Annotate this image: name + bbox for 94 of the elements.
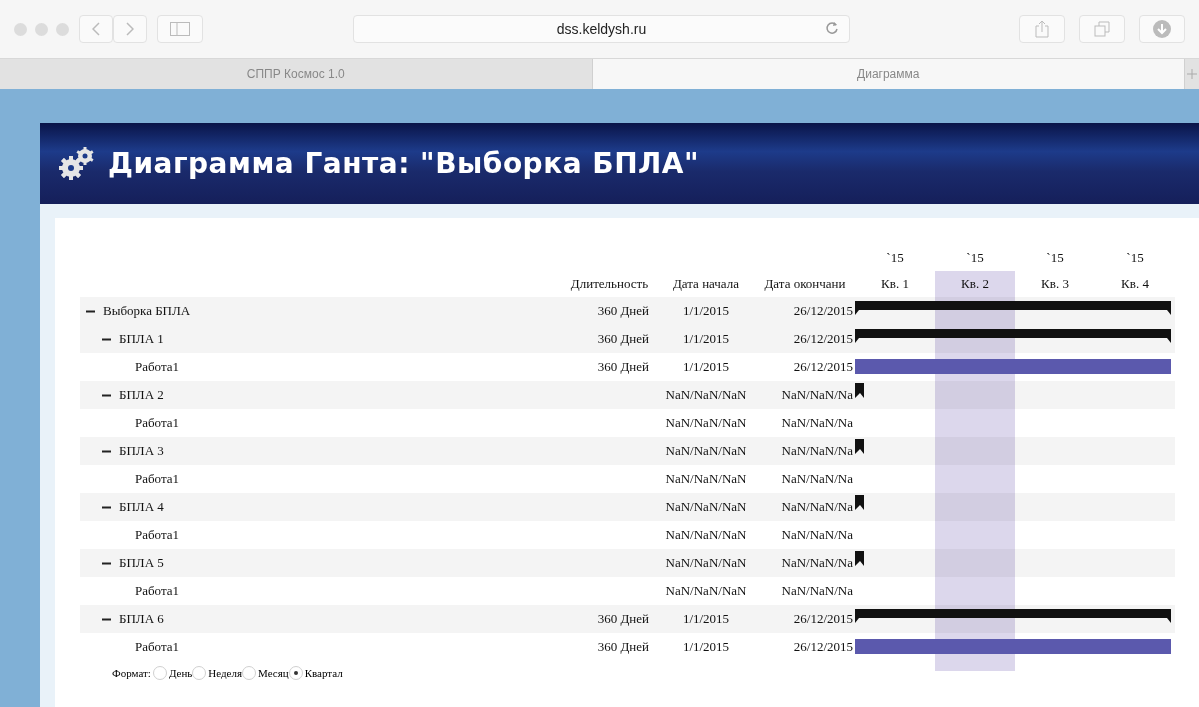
reload-icon[interactable] xyxy=(825,21,839,35)
start-date-cell: NaN/NaN/NaN xyxy=(665,583,747,599)
duration-cell: 360 Дней xyxy=(597,611,649,627)
task-name: Работа1 xyxy=(135,471,180,487)
task-name: БПЛА 3 xyxy=(119,443,164,459)
group-row[interactable]: БПЛА 2 NaN/NaN/NaN NaN/NaN/Na xyxy=(80,381,1175,409)
start-date-cell: 1/1/2015 xyxy=(682,303,730,319)
radio-label: Квартал xyxy=(304,667,343,679)
tabs-icon xyxy=(1094,21,1110,37)
duration-cell: 360 Дней xyxy=(597,359,649,375)
task-name: Работа1 xyxy=(135,359,180,375)
flag-icon xyxy=(855,551,864,566)
download-icon xyxy=(1153,20,1171,38)
start-date-cell: NaN/NaN/NaN xyxy=(665,471,747,487)
flag-icon xyxy=(855,495,864,510)
task-name: БПЛА 5 xyxy=(119,555,164,571)
chevron-right-icon xyxy=(126,22,134,36)
task-name: Выборка БПЛА xyxy=(103,303,191,319)
end-date-cell: NaN/NaN/Na xyxy=(781,583,853,599)
start-date-cell: 1/1/2015 xyxy=(682,331,730,347)
task-name: Работа1 xyxy=(135,415,180,431)
start-date-cell: NaN/NaN/NaN xyxy=(665,443,747,459)
task-name: БПЛА 1 xyxy=(119,331,164,347)
start-date-cell: 1/1/2015 xyxy=(682,359,730,375)
page-title: Диаграмма Ганта: "Выборка БПЛА" xyxy=(108,147,700,180)
year-label: `15 xyxy=(886,250,904,266)
chevron-left-icon xyxy=(92,22,100,36)
end-date-cell: NaN/NaN/Na xyxy=(781,443,853,459)
task-row[interactable]: Работа1 360 Дней 1/1/2015 26/12/2015 xyxy=(80,633,1175,661)
year-label: `15 xyxy=(1126,250,1144,266)
format-label: Формат: xyxy=(112,667,151,679)
share-icon xyxy=(1035,20,1049,38)
end-date-cell: 26/12/2015 xyxy=(793,611,853,627)
group-row[interactable]: БПЛА 3 NaN/NaN/NaN NaN/NaN/Na xyxy=(80,437,1175,465)
column-header: Длительность xyxy=(570,276,649,292)
start-date-cell: NaN/NaN/NaN xyxy=(665,415,747,431)
end-date-cell: NaN/NaN/Na xyxy=(781,527,853,543)
end-date-cell: 26/12/2015 xyxy=(793,639,853,655)
end-date-cell: NaN/NaN/Na xyxy=(781,415,853,431)
window-controls[interactable] xyxy=(14,22,69,36)
task-name: Работа1 xyxy=(135,527,180,543)
task-row[interactable]: Работа1 NaN/NaN/NaN NaN/NaN/Na xyxy=(80,577,1175,605)
task-name: Работа1 xyxy=(135,583,180,599)
downloads-button[interactable] xyxy=(1139,15,1185,43)
start-date-cell: 1/1/2015 xyxy=(682,611,730,627)
share-button[interactable] xyxy=(1019,15,1065,43)
group-row[interactable]: БПЛА 6 360 Дней 1/1/2015 26/12/2015 xyxy=(80,605,1175,633)
year-label: `15 xyxy=(1046,250,1064,266)
task-name: БПЛА 4 xyxy=(119,499,164,515)
plus-icon[interactable] xyxy=(1187,69,1197,79)
column-header: Дата начала xyxy=(672,276,740,292)
end-date-cell: 26/12/2015 xyxy=(793,359,853,375)
start-date-cell: NaN/NaN/NaN xyxy=(665,387,747,403)
duration-cell: 360 Дней xyxy=(597,303,649,319)
end-date-cell: NaN/NaN/Na xyxy=(781,471,853,487)
group-row[interactable]: Выборка БПЛА 360 Дней 1/1/2015 26/12/2015 xyxy=(80,297,1175,325)
task-row[interactable]: Работа1 360 Дней 1/1/2015 26/12/2015 xyxy=(80,353,1175,381)
duration-cell: 360 Дней xyxy=(597,331,649,347)
radio-label: Неделя xyxy=(208,667,243,679)
task-name: Работа1 xyxy=(135,639,180,655)
task-row[interactable]: Работа1 NaN/NaN/NaN NaN/NaN/Na xyxy=(80,521,1175,549)
radio-label: Месяц xyxy=(258,667,289,679)
start-date-cell: 1/1/2015 xyxy=(682,639,730,655)
quarter-header[interactable]: Кв. 2 xyxy=(935,271,1015,297)
tabs-button[interactable] xyxy=(1079,15,1125,43)
start-date-cell: NaN/NaN/NaN xyxy=(665,555,747,571)
end-date-cell: NaN/NaN/Na xyxy=(781,387,853,403)
flag-icon xyxy=(855,439,864,454)
end-date-cell: NaN/NaN/Na xyxy=(781,555,853,571)
end-date-cell: NaN/NaN/Na xyxy=(781,499,853,515)
group-row[interactable]: БПЛА 1 360 Дней 1/1/2015 26/12/2015 xyxy=(80,325,1175,353)
task-name: БПЛА 6 xyxy=(119,611,164,627)
address-field[interactable]: dss.keldysh.ru xyxy=(353,15,850,43)
task-name: БПЛА 2 xyxy=(119,387,164,403)
group-row[interactable]: БПЛА 5 NaN/NaN/NaN NaN/NaN/Na xyxy=(80,549,1175,577)
quarter-header[interactable]: Кв. 1 xyxy=(855,271,935,297)
start-date-cell: NaN/NaN/NaN xyxy=(665,527,747,543)
quarter-header[interactable]: Кв. 3 xyxy=(1015,271,1095,297)
task-row[interactable]: Работа1 NaN/NaN/NaN NaN/NaN/Na xyxy=(80,465,1175,493)
sidebar-icon xyxy=(170,22,190,36)
start-date-cell: NaN/NaN/NaN xyxy=(665,499,747,515)
duration-cell: 360 Дней xyxy=(597,639,649,655)
group-row[interactable]: БПЛА 4 NaN/NaN/NaN NaN/NaN/Na xyxy=(80,493,1175,521)
radio-label: День xyxy=(168,667,193,679)
flag-icon xyxy=(855,383,864,398)
quarter-header[interactable]: Кв. 4 xyxy=(1095,271,1175,297)
task-row[interactable]: Работа1 NaN/NaN/NaN NaN/NaN/Na xyxy=(80,409,1175,437)
end-date-cell: 26/12/2015 xyxy=(793,331,853,347)
sidebar-button[interactable] xyxy=(157,15,203,43)
forward-button[interactable] xyxy=(113,15,147,43)
end-date-cell: 26/12/2015 xyxy=(793,303,853,319)
column-header: Дата окончани xyxy=(764,276,846,292)
year-label: `15 xyxy=(966,250,984,266)
back-button[interactable] xyxy=(79,15,113,43)
